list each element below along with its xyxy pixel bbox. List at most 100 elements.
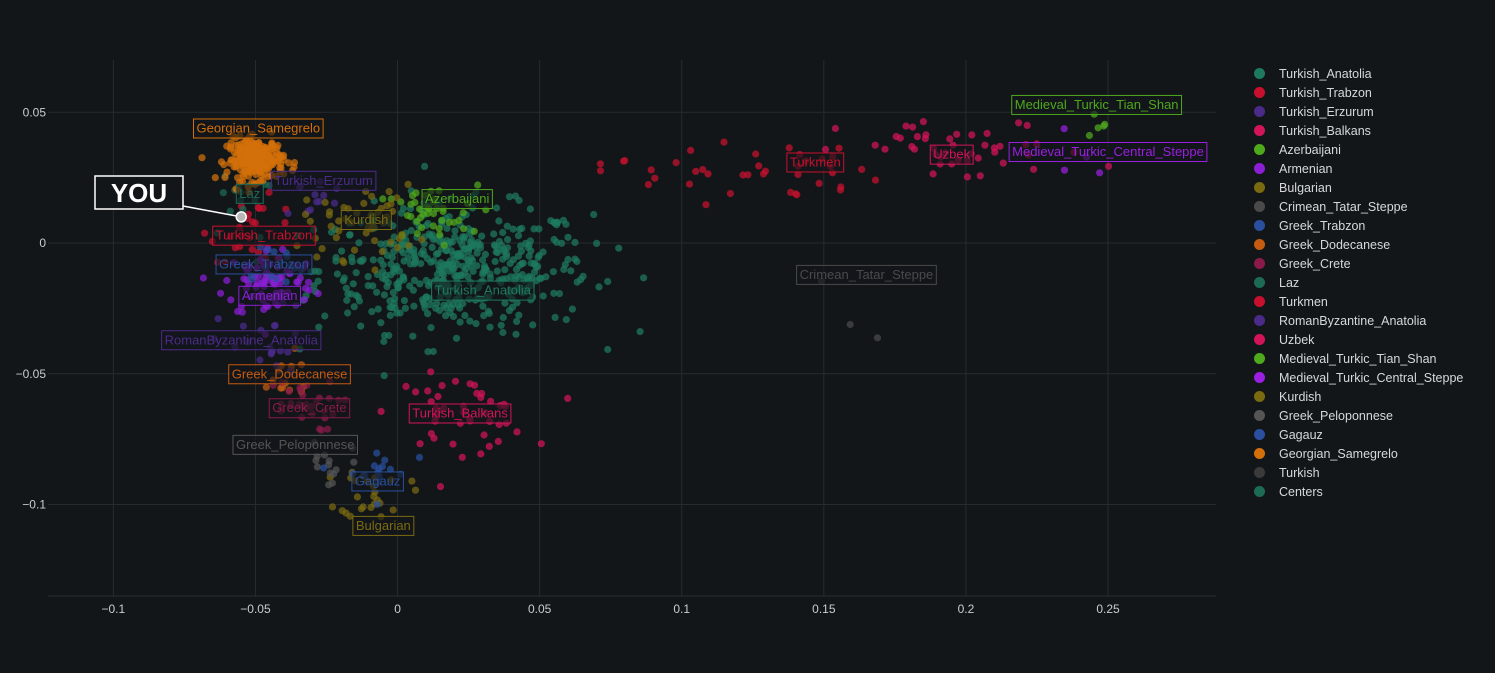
data-point	[418, 235, 426, 244]
data-point	[417, 260, 425, 268]
data-point	[493, 204, 501, 212]
data-point	[272, 275, 280, 283]
data-point	[704, 170, 712, 178]
data-point	[477, 393, 485, 402]
legend-item[interactable]: Bulgarian	[1248, 178, 1488, 197]
legend-item[interactable]: Turkish_Anatolia	[1248, 64, 1488, 83]
legend-item[interactable]: Centers	[1248, 482, 1488, 501]
data-point	[410, 249, 418, 257]
legend-item[interactable]: Georgian_Samegrelo	[1248, 444, 1488, 463]
legend-swatch	[1254, 106, 1265, 117]
legend-swatch	[1254, 486, 1265, 497]
group-label-text: Turkmen	[790, 154, 841, 169]
legend-item[interactable]: Armenian	[1248, 159, 1488, 178]
legend-item[interactable]: Greek_Peloponnese	[1248, 406, 1488, 425]
data-point	[595, 283, 603, 291]
data-point	[785, 144, 793, 152]
legend-item[interactable]: Greek_Dodecanese	[1248, 235, 1488, 254]
data-point	[513, 317, 521, 325]
data-point	[858, 165, 866, 173]
data-point	[428, 231, 436, 239]
legend-item[interactable]: Kurdish	[1248, 387, 1488, 406]
legend-swatch	[1254, 372, 1265, 383]
data-point	[400, 297, 408, 305]
legend-item[interactable]: Greek_Crete	[1248, 254, 1488, 273]
legend[interactable]: Turkish_Anatolia Turkish_Trabzon Turkish_E…	[1248, 64, 1488, 501]
legend-label: Turkish_Trabzon	[1279, 85, 1372, 100]
data-point	[248, 245, 256, 254]
data-point	[201, 229, 209, 237]
data-point	[568, 305, 577, 313]
data-point	[517, 242, 525, 250]
you-marker	[235, 211, 247, 223]
data-point	[238, 308, 246, 316]
legend-item[interactable]: Laz	[1248, 273, 1488, 292]
data-point	[896, 134, 904, 142]
group-label-text: Bulgarian	[356, 518, 411, 533]
group-label: Crimean_Tatar_Steppe	[796, 264, 937, 285]
data-point	[387, 271, 395, 279]
data-point	[968, 131, 976, 139]
legend-item[interactable]: RomanByzantine_Anatolia	[1248, 311, 1488, 330]
data-point	[535, 251, 543, 260]
data-point	[461, 268, 469, 276]
legend-item[interactable]: Turkmen	[1248, 292, 1488, 311]
legend-item[interactable]: Turkish_Erzurum	[1248, 102, 1488, 121]
group-label: Gagauz	[351, 471, 404, 492]
data-point	[999, 159, 1007, 167]
data-point	[380, 291, 388, 299]
data-point	[873, 334, 882, 342]
legend-item[interactable]: Uzbek	[1248, 330, 1488, 349]
data-point	[338, 507, 346, 515]
data-point	[424, 387, 432, 395]
data-point	[379, 261, 387, 269]
data-point	[235, 148, 244, 156]
group-label: Georgian_Samegrelo	[193, 118, 324, 139]
data-point	[981, 141, 989, 149]
data-point	[881, 145, 889, 153]
data-point	[389, 289, 397, 297]
data-point	[355, 239, 363, 247]
data-point	[350, 458, 358, 466]
legend-label: Crimean_Tatar_Steppe	[1279, 199, 1408, 214]
legend-item[interactable]: Crimean_Tatar_Steppe	[1248, 197, 1488, 216]
data-point	[1060, 166, 1069, 174]
data-point	[593, 239, 601, 247]
data-point	[615, 244, 623, 252]
data-point	[300, 296, 309, 304]
data-point	[571, 238, 579, 246]
legend-swatch	[1254, 201, 1265, 212]
legend-swatch	[1254, 296, 1265, 307]
data-point	[223, 276, 231, 285]
group-label-text: Kurdish	[344, 212, 388, 227]
data-point	[1085, 131, 1093, 140]
data-point	[470, 381, 479, 389]
legend-item[interactable]: Gagauz	[1248, 425, 1488, 444]
legend-item[interactable]: Medieval_Turkic_Tian_Shan	[1248, 349, 1488, 368]
group-label-text: RomanByzantine_Anatolia	[165, 332, 319, 347]
data-point	[398, 231, 406, 239]
data-point	[539, 292, 547, 300]
data-point	[339, 257, 347, 265]
legend-label: Bulgarian	[1279, 180, 1332, 195]
data-point	[551, 313, 559, 321]
group-label: Turkish_Trabzon	[212, 225, 316, 246]
group-label: Laz	[235, 183, 264, 204]
legend-label: RomanByzantine_Anatolia	[1279, 313, 1427, 328]
legend-item[interactable]: Turkish_Trabzon	[1248, 83, 1488, 102]
legend-item[interactable]: Turkish	[1248, 463, 1488, 482]
data-point	[486, 323, 494, 331]
data-point	[442, 312, 450, 320]
legend-item[interactable]: Azerbaijani	[1248, 140, 1488, 159]
data-point	[350, 246, 359, 254]
legend-item[interactable]: Greek_Trabzon	[1248, 216, 1488, 235]
group-label: Bulgarian	[352, 515, 415, 536]
data-point	[285, 159, 293, 167]
group-label: Uzbek	[929, 144, 974, 165]
legend-item[interactable]: Medieval_Turkic_Central_Steppe	[1248, 368, 1488, 387]
data-point	[377, 407, 385, 415]
data-point	[512, 330, 520, 338]
data-point	[454, 301, 462, 309]
legend-item[interactable]: Turkish_Balkans	[1248, 121, 1488, 140]
data-point	[459, 209, 467, 217]
